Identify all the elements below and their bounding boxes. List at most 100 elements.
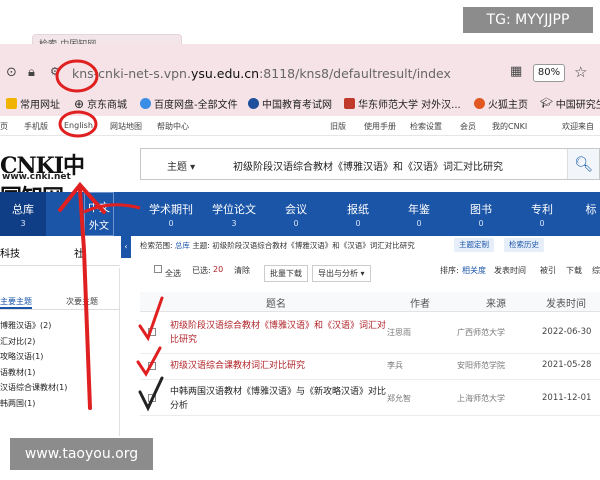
- nav-tab-all[interactable]: 总库 3: [0, 192, 46, 236]
- col-date[interactable]: 发表时间: [546, 295, 586, 310]
- top-link[interactable]: 帮助中心: [157, 121, 189, 132]
- result-title[interactable]: 初级阶段汉语综合教材《博雅汉语》和《汉语》词汇对比研究: [170, 319, 390, 347]
- scope-link[interactable]: 总库: [175, 241, 190, 250]
- col-title[interactable]: 题名: [266, 295, 286, 310]
- facet-item[interactable]: 语教材(1): [0, 365, 67, 381]
- bookmark-item[interactable]: ⊕ 京东商城: [74, 96, 127, 112]
- facet-item[interactable]: 汇对比(2): [0, 334, 67, 350]
- top-link[interactable]: 我的CNKI: [492, 121, 527, 132]
- result-title[interactable]: 初级汉语综合课教材词汇对比研究: [170, 359, 390, 373]
- result-source[interactable]: 上海师范大学: [457, 393, 505, 404]
- top-link[interactable]: 页: [0, 121, 8, 132]
- sort-cited[interactable]: 被引: [540, 265, 556, 276]
- sort-download[interactable]: 下载: [566, 265, 582, 276]
- facet-item[interactable]: 汉语综合课教材(1): [0, 380, 67, 396]
- top-link[interactable]: 手机版: [24, 121, 48, 132]
- export-analysis-button[interactable]: 导出与分析 ▾: [312, 265, 371, 282]
- permissions-icon[interactable]: ⚙: [50, 65, 60, 78]
- nav-tab-newspaper[interactable]: 报纸 0: [342, 192, 374, 236]
- search-history-button[interactable]: 检索历史: [504, 238, 544, 252]
- table-row[interactable]: 初级阶段汉语综合教材《博雅汉语》和《汉语》词汇对比研究 汪思雨 广西师范大学 2…: [140, 316, 600, 354]
- bookmark-star-icon[interactable]: ☆: [574, 63, 587, 81]
- top-link[interactable]: English: [64, 121, 93, 130]
- sidebar-head-item[interactable]: 社: [74, 245, 84, 260]
- nav-tab-conference[interactable]: 会议 0: [276, 192, 316, 236]
- scope-detail: 主题: 初级阶段汉语综合教材《博雅汉语》和《汉语》词汇对比研究: [192, 241, 415, 250]
- result-author[interactable]: 郑允智: [387, 393, 411, 404]
- table-row[interactable]: 中韩两国汉语教材《博雅汉语》与《新攻略汉语》对比分析 郑允智 上海师范大学 20…: [140, 382, 600, 416]
- result-date: 2011-12-01: [542, 393, 592, 403]
- result-title[interactable]: 中韩两国汉语教材《博雅汉语》与《新攻略汉语》对比分析: [170, 385, 390, 413]
- nav-tab-thesis[interactable]: 学位论文 3: [208, 192, 260, 236]
- chevron-left-icon: ‹: [124, 242, 128, 251]
- lock-icon[interactable]: 🔒︎: [28, 65, 35, 80]
- shield-icon[interactable]: ⊙: [6, 65, 17, 80]
- qr-code-icon[interactable]: ▦: [510, 64, 522, 79]
- cnki-logo[interactable]: CNKI中国知网 www.cnki.net: [0, 148, 100, 211]
- selected-label: 已选:: [192, 266, 211, 275]
- nav-tab-yearbook[interactable]: 年鉴 0: [402, 192, 436, 236]
- sort-more[interactable]: 综: [592, 265, 600, 276]
- results-table-header: 题名 作者 来源 发表时间: [140, 292, 600, 312]
- top-link[interactable]: 网站地图: [110, 121, 142, 132]
- clear-button[interactable]: 清除: [234, 265, 250, 276]
- zoom-level[interactable]: 80%: [533, 64, 565, 82]
- row-checkbox[interactable]: [148, 394, 156, 402]
- results-toolbar: 全选 已选: 20 清除 批量下载 导出与分析 ▾ 排序: 相关度 发表时间 被…: [140, 262, 600, 282]
- nav-tab-journal[interactable]: 学术期刊 0: [146, 192, 196, 236]
- top-link[interactable]: 会员: [460, 121, 476, 132]
- emblem-icon: [248, 98, 259, 109]
- bookmark-item[interactable]: 🎓︎中国研究生: [540, 96, 600, 111]
- facet-item[interactable]: 攻略汉语(1): [0, 349, 67, 365]
- bookmark-item[interactable]: 常用网址: [6, 96, 60, 111]
- logo-url: www.cnki.net: [2, 172, 71, 182]
- address-bar[interactable]: kns-cnki-net-s.vpn.ysu.edu.cn:8118/kns8/…: [72, 66, 451, 81]
- bookmark-item[interactable]: 中国教育考试网: [248, 96, 332, 111]
- top-link[interactable]: 欢迎来自: [562, 121, 594, 132]
- search-field-select[interactable]: 主题 ▾: [167, 158, 195, 173]
- table-row[interactable]: 初级汉语综合课教材词汇对比研究 李兵 安阳师范学院 2021-05-28: [140, 354, 600, 380]
- bookmarks-bar: 常用网址 ⊕ 京东商城 百度网盘-全部文件 中国教育考试网 华东师范大学 对外汉.…: [0, 92, 600, 114]
- result-author[interactable]: 李兵: [387, 360, 403, 371]
- sidebar-head-item[interactable]: 科技: [0, 245, 20, 260]
- top-link[interactable]: 旧版: [330, 121, 346, 132]
- result-date: 2022-06-30: [542, 327, 592, 337]
- col-source[interactable]: 来源: [486, 295, 506, 310]
- nav-tab-chinese[interactable]: 中文 外文: [84, 192, 114, 236]
- search-input[interactable]: 初级阶段汉语综合教材《博雅汉语》和《汉语》词汇对比研究: [233, 158, 503, 173]
- nav-tab-standard[interactable]: 标: [582, 192, 600, 236]
- url-domain: ysu.edu.cn: [190, 66, 260, 81]
- nav-tab-book[interactable]: 图书 0: [464, 192, 498, 236]
- search-scope-breadcrumb: 检索范围: 总库 主题: 初级阶段汉语综合教材《博雅汉语》和《汉语》词汇对比研究: [140, 241, 415, 250]
- bookmark-item[interactable]: 华东师范大学 对外汉...: [344, 96, 461, 111]
- facet-item[interactable]: 韩两国(1): [0, 396, 67, 412]
- nav-tab-patent[interactable]: 专利 0: [524, 192, 560, 236]
- bookmark-item[interactable]: 百度网盘-全部文件: [140, 96, 238, 111]
- search-button[interactable]: 🔍︎: [567, 149, 599, 179]
- tab-minor-topic[interactable]: 次要主题: [66, 296, 98, 307]
- bookmark-item[interactable]: 火狐主页: [474, 96, 528, 111]
- row-checkbox[interactable]: [148, 328, 156, 336]
- top-link[interactable]: 检索设置: [410, 121, 442, 132]
- batch-download-button[interactable]: 批量下载: [264, 265, 308, 282]
- result-source[interactable]: 安阳师范学院: [457, 360, 505, 371]
- bookmark-red-icon: [344, 98, 355, 109]
- result-author[interactable]: 汪思雨: [387, 327, 411, 338]
- url-prefix: kns-cnki-net-s.vpn.: [72, 66, 191, 81]
- facet-item[interactable]: 博雅汉语》(2): [0, 318, 67, 334]
- sort-relevance[interactable]: 相关度: [462, 265, 486, 276]
- result-date: 2021-05-28: [542, 360, 592, 370]
- topic-subscribe-button[interactable]: 主题定制: [454, 238, 494, 252]
- select-all[interactable]: 全选: [154, 265, 181, 278]
- sort-publish-time[interactable]: 发表时间: [494, 265, 526, 276]
- checkbox[interactable]: [154, 265, 162, 273]
- watermark-top: TG: MYYJJPP: [463, 7, 593, 33]
- col-author[interactable]: 作者: [410, 295, 430, 310]
- top-link[interactable]: 使用手册: [364, 121, 396, 132]
- tab-major-topic[interactable]: 主要主题: [0, 296, 32, 309]
- collapse-sidebar-button[interactable]: ‹: [121, 236, 131, 258]
- result-source[interactable]: 广西师范大学: [457, 327, 505, 338]
- row-checkbox[interactable]: [148, 362, 156, 370]
- cloud-icon: [140, 98, 151, 109]
- facet-list: 博雅汉语》(2) 汇对比(2) 攻略汉语(1) 语教材(1) 汉语综合课教材(1…: [0, 318, 67, 411]
